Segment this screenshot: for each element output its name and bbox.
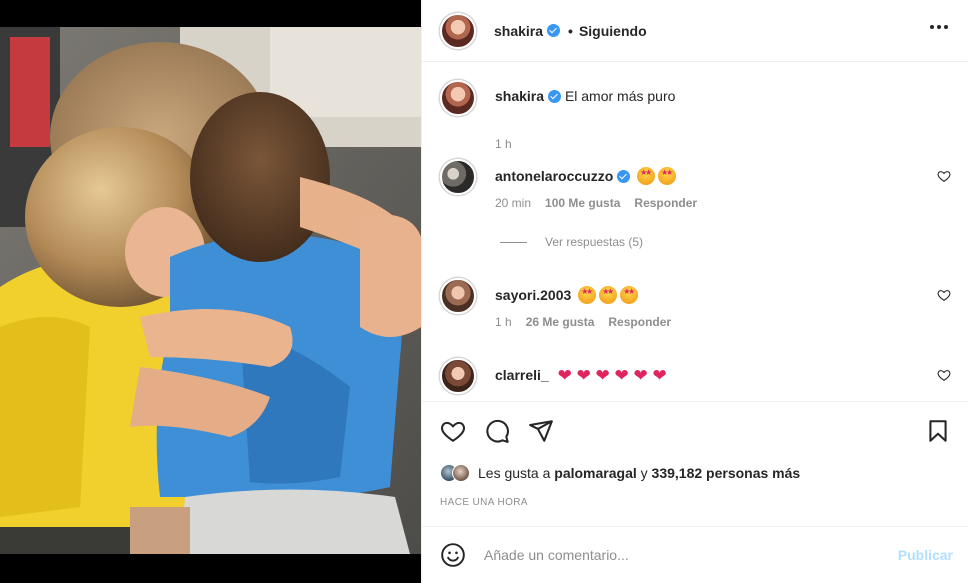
comment-username[interactable]: antonelaroccuzzo [495, 168, 613, 184]
caption-text-line: shakira El amor más puro [495, 88, 675, 104]
like-comment-heart-icon[interactable] [937, 169, 951, 183]
verified-badge-icon [548, 90, 562, 103]
comment-username[interactable]: sayori.2003 [495, 287, 571, 303]
caption: shakira El amor más puro 1 h [440, 80, 951, 151]
comment-username[interactable]: clarreli_ [495, 367, 549, 383]
likes-summary: Les gusta a palomaragal y 339,182 person… [440, 464, 800, 482]
comment-likes-count[interactable]: 26 Me gusta [526, 315, 595, 329]
likes-prefix: Les gusta a [478, 465, 551, 481]
more-options-icon[interactable] [930, 24, 948, 30]
caption-time[interactable]: 1 h [495, 137, 512, 151]
comment-meta: 1 h 26 Me gusta Responder [495, 315, 685, 329]
replies-line [500, 241, 527, 243]
caption-meta: 1 h [495, 137, 526, 151]
reply-button[interactable]: Responder [608, 315, 671, 329]
view-replies-button[interactable]: Ver respuestas (5) [500, 235, 643, 249]
star-struck-emoji-icon [658, 167, 677, 185]
like-heart-icon[interactable] [440, 418, 466, 444]
separator-dot: • [568, 22, 573, 39]
comment-time[interactable]: 20 min [495, 196, 531, 210]
comment-text-line: clarreli_ ❤ ❤ ❤ ❤ ❤ ❤ [495, 366, 667, 386]
post-actions: Les gusta a palomaragal y 339,182 person… [422, 401, 968, 526]
emoji-picker-icon[interactable] [440, 542, 466, 568]
verified-badge-icon [547, 24, 561, 37]
commenter-avatar[interactable] [440, 358, 476, 394]
caption-avatar[interactable] [440, 80, 476, 116]
comment-meta: 20 min 100 Me gusta Responder [495, 196, 711, 210]
likes-others[interactable]: 339,182 personas más [652, 465, 801, 481]
add-comment-bar: Publicar [422, 526, 968, 583]
post-header: shakira • Siguiendo [422, 0, 968, 62]
comment-text-line: sayori.2003 [495, 286, 639, 304]
author-avatar[interactable] [440, 12, 476, 49]
comment-bubble-icon[interactable] [484, 418, 510, 444]
caption-text: El amor más puro [564, 88, 676, 104]
photo-image [0, 27, 421, 554]
star-struck-emoji-icon [637, 167, 656, 185]
star-struck-emoji-icon [578, 286, 597, 304]
red-heart-emoji-icons: ❤ ❤ ❤ ❤ ❤ ❤ [557, 366, 667, 385]
author-username[interactable]: shakira [494, 23, 543, 39]
following-button[interactable]: Siguiendo [579, 23, 647, 39]
comment-text-line: antonelaroccuzzo [495, 167, 677, 185]
save-bookmark-icon[interactable] [925, 418, 951, 444]
comment-item: sayori.2003 1 h 26 Me gusta Responder [440, 278, 951, 353]
liker-username[interactable]: palomaragal [554, 465, 636, 481]
liker-avatar[interactable] [452, 464, 470, 482]
like-comment-heart-icon[interactable] [937, 368, 951, 382]
post-photo[interactable] [0, 27, 421, 554]
post-timestamp[interactable]: HACE UNA HORA [440, 497, 528, 508]
comments-list[interactable]: shakira El amor más puro 1 h antonelaroc… [422, 62, 968, 401]
like-comment-heart-icon[interactable] [937, 288, 951, 302]
comment-input[interactable] [484, 547, 886, 563]
commenter-avatar[interactable] [440, 278, 476, 314]
comment-likes-count[interactable]: 100 Me gusta [545, 196, 620, 210]
view-replies-label: Ver respuestas (5) [545, 235, 644, 249]
comment-item: clarreli_ ❤ ❤ ❤ ❤ ❤ ❤ [440, 358, 951, 401]
caption-username[interactable]: shakira [495, 88, 544, 104]
comment-time[interactable]: 1 h [495, 315, 512, 329]
likes-connector: y [640, 465, 648, 481]
post-detail-panel: shakira • Siguiendo shakira El amor más … [421, 0, 968, 583]
comment-item: antonelaroccuzzo 20 min 100 Me gusta Respo… [440, 159, 951, 259]
likes-text: Les gusta a palomaragal y 339,182 person… [478, 465, 800, 481]
verified-badge-icon [617, 170, 631, 183]
reply-button[interactable]: Responder [634, 196, 697, 210]
share-paper-plane-icon[interactable] [528, 418, 554, 444]
star-struck-emoji-icon [599, 286, 618, 304]
action-icons-bar [440, 418, 951, 444]
commenter-avatar[interactable] [440, 159, 476, 195]
star-struck-emoji-icon [620, 286, 639, 304]
publish-button[interactable]: Publicar [898, 547, 953, 563]
post-modal: shakira • Siguiendo shakira El amor más … [0, 0, 968, 583]
